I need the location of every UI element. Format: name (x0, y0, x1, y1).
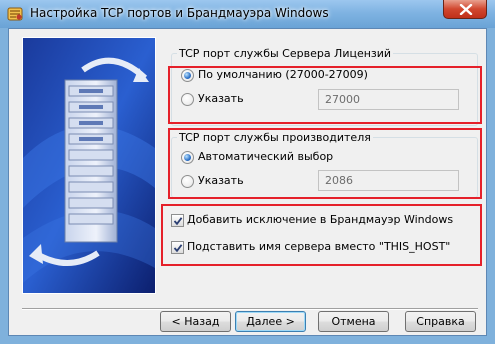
close-button[interactable] (443, 0, 487, 19)
firewall-exception-checkbox[interactable] (171, 214, 184, 227)
vendor-port-input[interactable]: 2086 (318, 170, 459, 191)
checkmark-icon (173, 244, 183, 253)
button-divider (22, 308, 478, 310)
help-button[interactable]: Справка (405, 311, 476, 332)
firewall-exception-label[interactable]: Добавить исключение в Брандмауэр Windows (187, 213, 453, 226)
vendor-port-label: TCP порт службы производителя (177, 131, 373, 144)
radio-specify-vendor-port[interactable] (181, 175, 194, 188)
default-ports-label[interactable]: По умолчанию (27000-27009) (198, 68, 368, 81)
checkmark-icon (173, 217, 183, 226)
close-icon (459, 4, 473, 15)
auto-port-label[interactable]: Автоматический выбор (198, 150, 333, 163)
installer-icon (7, 7, 23, 21)
radio-default-ports[interactable] (181, 69, 194, 82)
license-server-port-label: TCP порт службы Сервера Лицензий (177, 47, 394, 60)
specify-vendor-port-label[interactable]: Указать (198, 174, 244, 187)
radio-specify-license-port[interactable] (181, 93, 194, 106)
dialog-body: TCP порт службы Сервера Лицензий По умол… (8, 28, 487, 336)
server-illustration (22, 37, 156, 294)
title-bar: Настройка TCP портов и Брандмауэра Windo… (0, 0, 495, 28)
replace-host-label[interactable]: Подставить имя сервера вместо "THIS_HOST… (187, 240, 450, 253)
radio-auto-port[interactable] (181, 151, 194, 164)
license-port-input[interactable]: 27000 (318, 89, 459, 110)
window-title: Настройка TCP портов и Брандмауэра Windo… (30, 6, 329, 20)
next-button[interactable]: Далее > (235, 311, 306, 332)
back-button[interactable]: < Назад (160, 311, 231, 332)
cancel-button[interactable]: Отмена (318, 311, 389, 332)
replace-host-checkbox[interactable] (171, 241, 184, 254)
specify-license-port-label[interactable]: Указать (198, 92, 244, 105)
